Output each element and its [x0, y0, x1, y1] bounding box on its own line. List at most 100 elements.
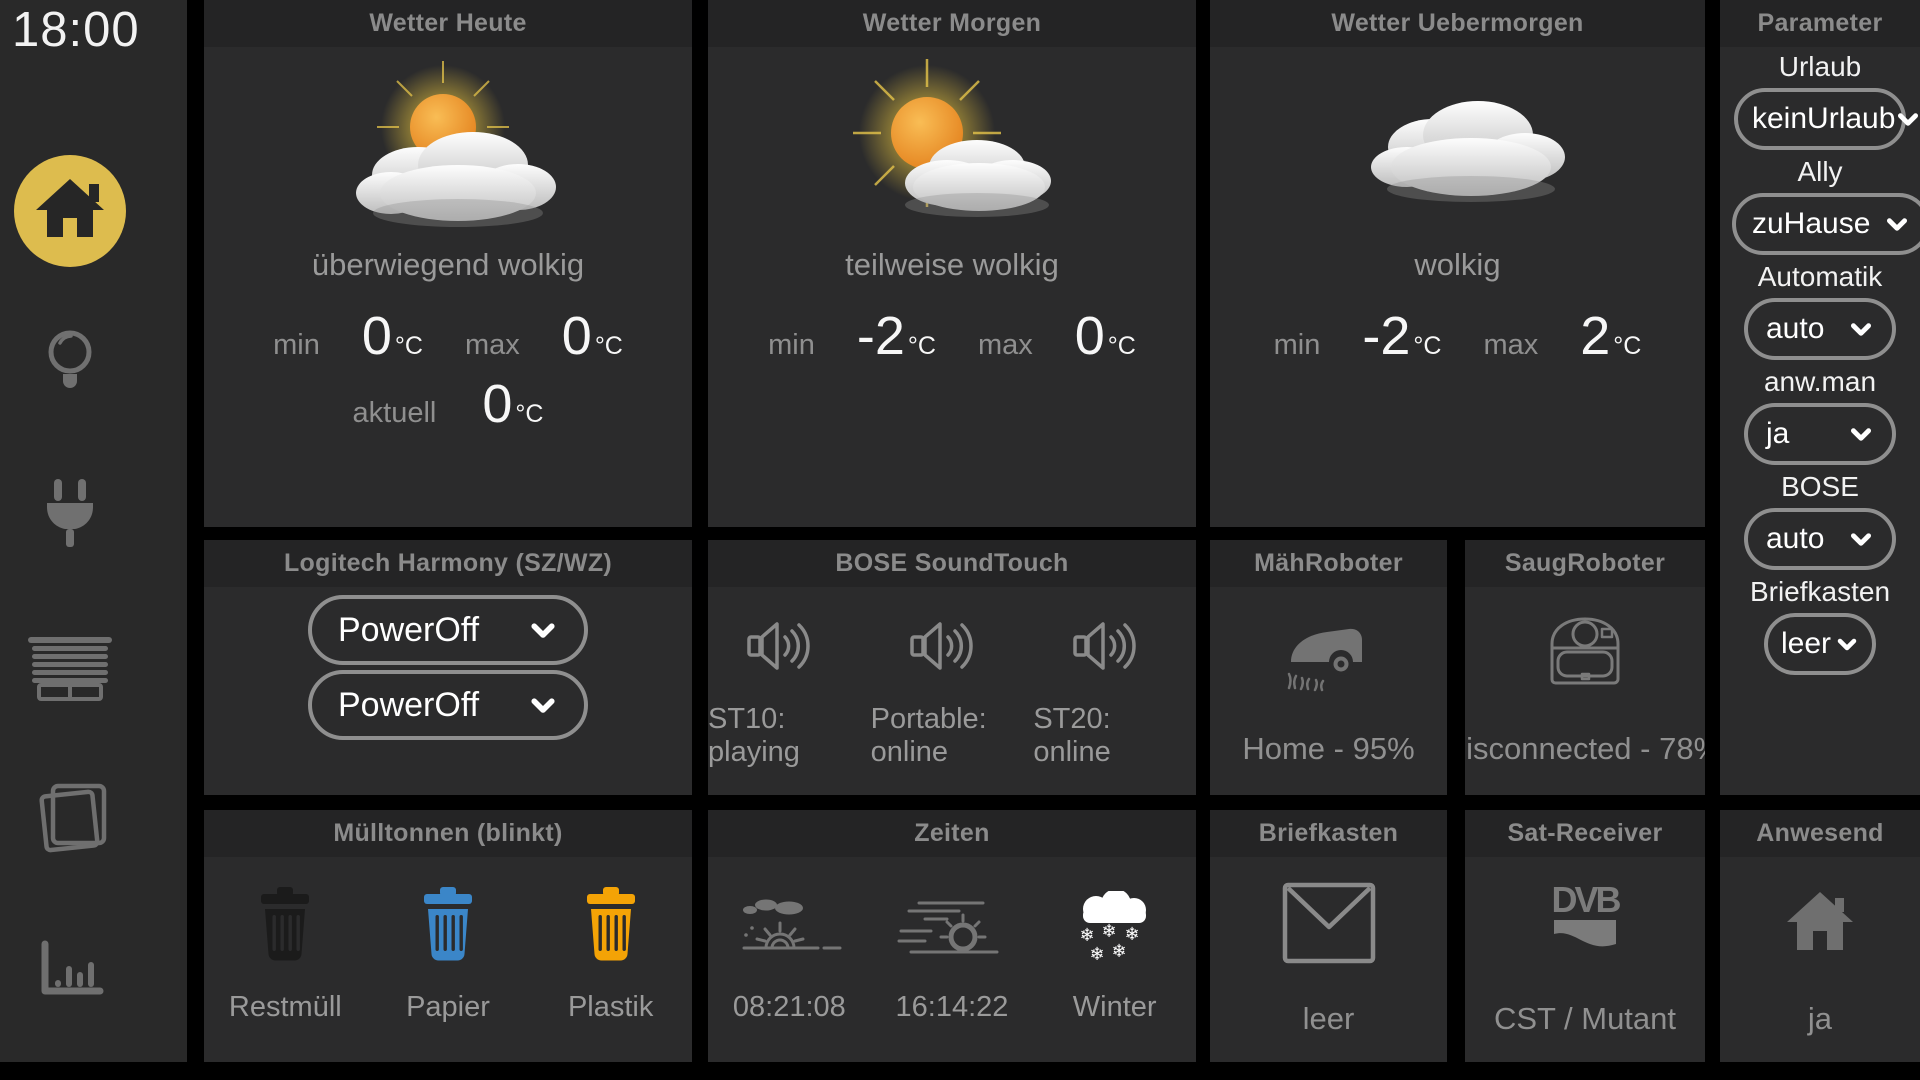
cloud-icon [1333, 55, 1583, 235]
trash-label: Papier [406, 991, 490, 1024]
home-icon [14, 155, 126, 267]
svg-text:❄: ❄ [1111, 941, 1126, 962]
home-presence-icon [1781, 867, 1859, 979]
urlaub-select[interactable]: keinUrlaub [1734, 88, 1906, 150]
param-group-urlaub: Urlaub keinUrlaub [1720, 47, 1920, 152]
tile-title: Zeiten [708, 810, 1196, 857]
min-value: -2°C [857, 305, 936, 367]
sidebar-item-power[interactable] [37, 477, 103, 551]
sat-receiver-status: CST / Mutant [1494, 1001, 1676, 1037]
tile-title: SaugRoboter [1465, 540, 1705, 587]
tile-title: BOSE SoundTouch [708, 540, 1196, 587]
tile-wetter-heute: Wetter Heute [204, 0, 692, 527]
trash-label: Plastik [568, 991, 653, 1024]
speaker-status: ST20: online [1033, 703, 1196, 769]
anwesend-status: ja [1808, 1001, 1832, 1037]
param-label: Urlaub [1779, 51, 1861, 83]
weather-minmax: min -2°C max 2°C [1274, 305, 1642, 367]
weather-condition: teilweise wolkig [845, 247, 1059, 283]
tile-title: Wetter Uebermorgen [1210, 0, 1705, 47]
tile-title: Wetter Morgen [708, 0, 1196, 47]
tile-wetter-uebermorgen: Wetter Uebermorgen wolkig min -2°C max 2… [1210, 0, 1705, 527]
tile-title: Mülltonnen (blinkt) [204, 810, 692, 857]
tile-zeiten: Zeiten [708, 810, 1196, 1062]
tile-title: Parameter [1720, 0, 1920, 47]
chevron-down-icon [528, 615, 558, 645]
param-group-bose: BOSE auto [1720, 467, 1920, 572]
lawn-mower-icon [1277, 597, 1381, 709]
tile-saugroboter: SaugRoboter disconnected - 78% [1465, 540, 1705, 795]
param-group-automatik: Automatik auto [1720, 257, 1920, 362]
harmony-activity-select-2[interactable]: PowerOff [308, 670, 588, 740]
sunset-icon [897, 871, 1007, 967]
sidebar-item-blinds[interactable] [28, 637, 112, 701]
chevron-down-icon [1895, 106, 1920, 132]
briefkasten-status: leer [1303, 1001, 1355, 1037]
sunrise-time: 08:21:08 [733, 991, 846, 1024]
weather-condition: wolkig [1414, 247, 1500, 283]
weather-current: aktuell 0°C [353, 373, 544, 435]
saugroboter-status: disconnected - 78% [1465, 731, 1705, 767]
param-label: BOSE [1781, 471, 1859, 503]
bar-chart-icon [36, 940, 104, 1000]
speaker-icon[interactable] [745, 607, 833, 679]
svg-text:❄: ❄ [1101, 921, 1116, 942]
speaker-icon[interactable] [908, 607, 996, 679]
trash-label: Restmüll [229, 991, 342, 1024]
chevron-down-icon [1848, 421, 1874, 447]
min-value: -2°C [1362, 305, 1441, 367]
weather-minmax: min -2°C max 0°C [768, 305, 1136, 367]
clock: 18:00 [12, 2, 140, 58]
chevron-down-icon [1848, 526, 1874, 552]
sunrise-icon [734, 871, 844, 967]
sun-with-cloud-icon [827, 55, 1077, 235]
svg-text:❄: ❄ [1089, 944, 1104, 965]
tile-briefkasten: Briefkasten leer [1210, 810, 1447, 1062]
weather-minmax: min 0°C max 0°C [273, 305, 623, 367]
tile-anwesend: Anwesend ja [1720, 810, 1920, 1062]
tile-harmony: Logitech Harmony (SZ/WZ) PowerOff PowerO… [204, 540, 692, 795]
speaker-status: Portable: online [871, 703, 1034, 769]
max-value: 0°C [562, 305, 623, 367]
anwman-select[interactable]: ja [1744, 403, 1896, 465]
param-group-briefkasten: Briefkasten leer [1720, 572, 1920, 677]
tile-maehroboter: MähRoboter Ho [1210, 540, 1447, 795]
dvb-logo-icon: DVB [1530, 867, 1640, 979]
min-label: min [1274, 329, 1321, 362]
trash-restmuell-icon [253, 871, 317, 967]
season-label: Winter [1073, 991, 1157, 1024]
sidebar-item-lights[interactable] [39, 326, 101, 400]
chevron-down-icon [1884, 211, 1910, 237]
sidebar-item-charts[interactable] [36, 940, 104, 1000]
speaker-icon[interactable] [1071, 607, 1159, 679]
bose-select[interactable]: auto [1744, 508, 1896, 570]
vacuum-robot-icon [1542, 597, 1628, 709]
max-value: 0°C [1075, 305, 1136, 367]
ally-select[interactable]: zuHause [1732, 193, 1920, 255]
sidebar-item-windows[interactable] [32, 783, 108, 853]
briefkasten-select[interactable]: leer [1764, 613, 1876, 675]
svg-text:DVB: DVB [1551, 880, 1620, 920]
sunset-time: 16:14:22 [896, 991, 1009, 1024]
tile-wetter-morgen: Wetter Morgen teilweise [708, 0, 1196, 527]
param-group-anwman: anw.man ja [1720, 362, 1920, 467]
chevron-down-icon [1835, 632, 1859, 656]
param-label: Briefkasten [1750, 576, 1890, 608]
automatik-select[interactable]: auto [1744, 298, 1896, 360]
aktuell-label: aktuell [353, 397, 437, 430]
harmony-activity-select-1[interactable]: PowerOff [308, 595, 588, 665]
tile-title: Wetter Heute [204, 0, 692, 47]
tile-title: Briefkasten [1210, 810, 1447, 857]
max-label: max [978, 329, 1033, 362]
param-group-ally: Ally zuHause [1720, 152, 1920, 257]
chevron-down-icon [528, 690, 558, 720]
max-label: max [1483, 329, 1538, 362]
tile-title: Sat-Receiver [1465, 810, 1705, 857]
param-label: Automatik [1758, 261, 1883, 293]
trash-plastik-icon [579, 871, 643, 967]
trash-papier-icon [416, 871, 480, 967]
min-label: min [768, 329, 815, 362]
sidebar-item-home[interactable] [14, 155, 126, 267]
weather-condition: überwiegend wolkig [312, 247, 584, 283]
envelope-icon [1279, 867, 1379, 979]
